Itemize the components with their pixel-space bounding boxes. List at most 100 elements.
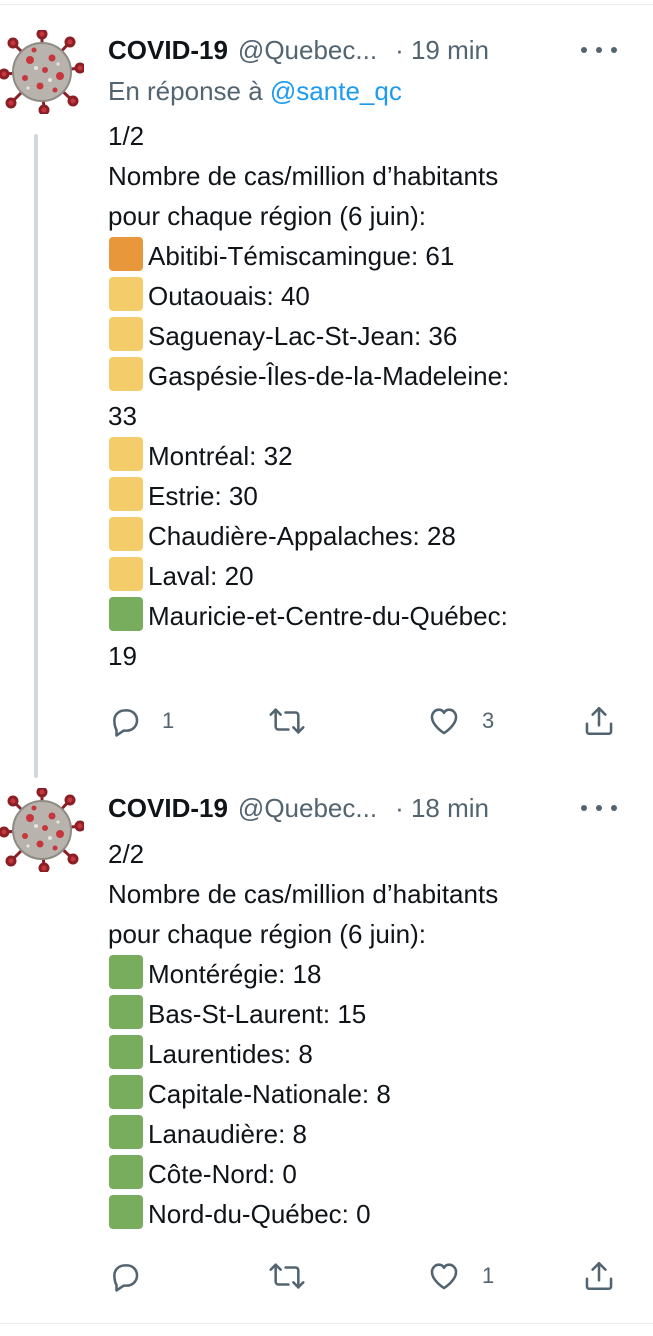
yellow-square-icon [109,357,143,391]
region-text: Montréal: 32 [148,441,293,471]
tweet-header: COVID-19 @Quebec... · 19 min [108,30,623,70]
intro-line: Nombre de cas/million d’habitants [108,879,499,909]
timestamp[interactable]: · 18 min [395,793,489,824]
region-value: 19 [108,641,137,671]
region-line: Lanaudière: 8 [108,1114,608,1154]
region-line: Côte-Nord: 0 [108,1154,608,1194]
intro-line: pour chaque région (6 juin): [108,201,426,231]
like-button[interactable]: 3 [426,701,494,741]
region-line: Nord-du-Québec: 0 [108,1194,608,1234]
region-line: Saguenay-Lac-St-Jean: 36 [108,316,608,356]
yellow-square-icon [109,317,143,351]
avatar[interactable] [0,28,86,116]
more-icon[interactable] [581,30,617,70]
region-text: Laurentides: 8 [148,1039,313,1069]
region-text: Chaudière-Appalaches: 28 [148,521,456,551]
region-line: Abitibi-Témiscamingue: 61 [108,236,608,276]
intro-line: pour chaque région (6 juin): [108,919,426,949]
region-text: Mauricie-et-Centre-du-Québec: [148,601,508,631]
retweet-button[interactable] [268,1256,326,1296]
region-text: Lanaudière: 8 [148,1119,308,1149]
like-count: 1 [482,1263,495,1288]
tweet-actions: 1 3 [108,701,623,741]
region-line: Gaspésie-Îles-de-la-Madeleine: [108,356,608,396]
region-text: Estrie: 30 [148,481,258,511]
bottom-divider [0,1323,653,1324]
author-name[interactable]: COVID-19 [108,793,228,824]
region-line: Capitale-Nationale: 8 [108,1074,608,1114]
timestamp[interactable]: · 19 min [395,35,489,66]
share-button[interactable] [582,1256,616,1296]
like-icon [430,708,458,735]
intro-line: Nombre de cas/million d’habitants [108,161,499,191]
more-icon[interactable] [581,788,617,828]
green-square-icon [109,1195,143,1229]
yellow-square-icon [109,477,143,511]
reply-prefix: En réponse à [108,76,263,106]
region-text: Outaouais: 40 [148,281,310,311]
retweet-button[interactable] [268,701,326,741]
thread-part: 1/2 [108,121,145,151]
green-square-icon [109,597,143,631]
thread-line [34,134,38,778]
region-text: Nord-du-Québec: 0 [148,1199,371,1229]
region-text: Montérégie: 18 [148,959,322,989]
yellow-square-icon [109,437,143,471]
yellow-square-icon [109,517,143,551]
author-name[interactable]: COVID-19 [108,35,228,66]
green-square-icon [109,1115,143,1149]
tweet-text: 1/2 Nombre de cas/million d’habitants po… [108,116,608,676]
green-square-icon [109,1035,143,1069]
region-line: Montréal: 32 [108,436,608,476]
tweet-text: 2/2 Nombre de cas/million d’habitants po… [108,834,608,1234]
yellow-square-icon [109,277,143,311]
avatar[interactable] [0,786,86,874]
share-icon [585,706,613,736]
region-text: Laval: 20 [148,561,254,591]
thread-part: 2/2 [108,839,145,869]
region-value: 33 [108,401,137,431]
reply-icon [113,1264,139,1292]
yellow-square-icon [109,557,143,591]
region-text: Abitibi-Témiscamingue: 61 [148,241,455,271]
reply-button[interactable]: 1 [108,701,174,741]
author-handle[interactable]: @Quebec... [238,793,377,824]
covid-virus-avatar-icon [0,28,86,116]
region-text: Capitale-Nationale: 8 [148,1079,391,1109]
region-line: Outaouais: 40 [108,276,608,316]
tweet-header: COVID-19 @Quebec... · 18 min [108,788,623,828]
region-text: Gaspésie-Îles-de-la-Madeleine: [148,361,510,391]
region-text: Bas-St-Laurent: 15 [148,999,367,1029]
covid-virus-avatar-icon [0,786,86,874]
like-icon [430,1263,458,1290]
like-count: 3 [482,708,495,733]
green-square-icon [109,1155,143,1189]
mention-link[interactable]: @sante_qc [270,76,402,106]
green-square-icon [109,1075,143,1109]
region-line: Montérégie: 18 [108,954,608,994]
reply-button[interactable] [108,1256,162,1296]
orange-square-icon [109,237,143,271]
region-line: Estrie: 30 [108,476,608,516]
author-handle[interactable]: @Quebec... [238,35,377,66]
retweet-icon [269,708,305,734]
region-line: Mauricie-et-Centre-du-Québec: [108,596,608,636]
region-text: Côte-Nord: 0 [148,1159,297,1189]
green-square-icon [109,955,143,989]
region-line: Laurentides: 8 [108,1034,608,1074]
reply-context: En réponse à @sante_qc [108,76,402,107]
green-square-icon [109,995,143,1029]
reply-count: 1 [162,708,175,733]
tweet-actions: 1 [108,1256,623,1296]
region-line: Bas-St-Laurent: 15 [108,994,608,1034]
tweet[interactable]: COVID-19 @Quebec... · 18 min 2/2 Nombre … [0,768,653,1323]
tweet[interactable]: COVID-19 @Quebec... · 19 min En réponse … [0,0,653,778]
like-button[interactable]: 1 [426,1256,494,1296]
reply-icon [113,709,139,737]
retweet-icon [269,1263,305,1289]
region-line: Chaudière-Appalaches: 28 [108,516,608,556]
region-text: Saguenay-Lac-St-Jean: 36 [148,321,458,351]
share-icon [585,1261,613,1291]
share-button[interactable] [582,701,616,741]
region-line: Laval: 20 [108,556,608,596]
